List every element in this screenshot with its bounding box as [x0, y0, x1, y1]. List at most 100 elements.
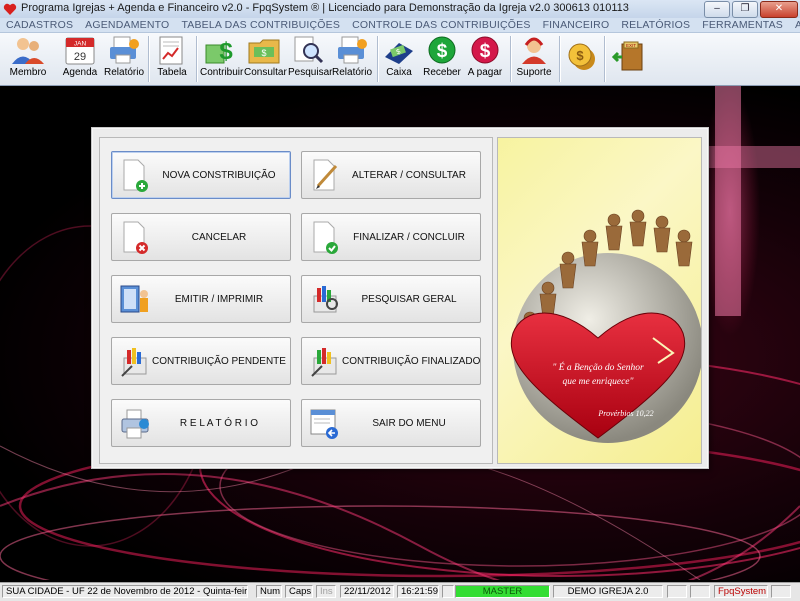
finalizar-concluir-label: FINALIZAR / CONCLUIR [353, 232, 465, 243]
cancelar-label: CANCELAR [191, 232, 247, 243]
pesquisar-geral-button[interactable]: PESQUISAR GERAL [301, 275, 481, 323]
toolbar-receber-label: Receber [423, 67, 461, 78]
menu-financeiro[interactable]: FINANCEIRO [537, 19, 616, 31]
quote-line1: " É a Benção do Senhor [552, 361, 644, 373]
status-brand: FpqSystem [714, 585, 768, 598]
title-bar: Programa Igrejas + Agenda e Financeiro v… [0, 0, 800, 19]
svg-text:$: $ [219, 38, 233, 65]
toolbar-separator [196, 36, 198, 82]
toolbar-tabela-label: Tabela [157, 67, 187, 78]
cancelar-button[interactable]: CANCELAR [111, 213, 291, 261]
toolbar-suporte-button[interactable]: Suporte [514, 35, 554, 83]
toolbar-coins-button[interactable]: $ [564, 35, 600, 83]
quote-reference: Provérbios 10,22 [597, 409, 653, 418]
heart-globe-art: " É a Benção do Senhor que me enriquece"… [510, 209, 701, 443]
printer-report-icon [338, 36, 367, 64]
menu-cadastros[interactable]: CADASTROS [0, 19, 79, 31]
app-icon [3, 3, 17, 15]
menu-ferramentas[interactable]: FERRAMENTAS [696, 19, 789, 31]
user-icon [442, 585, 454, 598]
table-chart-icon [159, 36, 183, 65]
toolbar-agenda-button[interactable]: JAN 29 Agenda [60, 35, 100, 83]
status-organization: DEMO IGREJA 2.0 [553, 585, 663, 598]
toolbar: Membro JAN 29 Agenda Relatório Tabela $ … [0, 33, 800, 86]
status-location-date: SUA CIDADE - UF 22 de Novembro de 2012 -… [2, 585, 248, 598]
nova-contribuicao-label: NOVA CONSTRIBUIÇÃO [162, 170, 276, 181]
print-person-icon [120, 285, 148, 313]
toolbar-consultar-button[interactable]: $ Consultar [244, 35, 287, 83]
sair-do-menu-button[interactable]: SAIR DO MENU [301, 399, 481, 447]
toolbar-relatorio2-label: Relatório [332, 67, 373, 78]
relatorio-button[interactable]: R E L A T Ó R I O [111, 399, 291, 447]
toolbar-consultar-label: Consultar [244, 67, 287, 78]
nova-contribuicao-button[interactable]: NOVA CONSTRIBUIÇÃO [111, 151, 291, 199]
menu-agendamento[interactable]: AGENDAMENTO [79, 19, 175, 31]
alterar-consultar-label: ALTERAR / CONSULTAR [352, 170, 466, 181]
status-user: MASTER [455, 585, 550, 598]
toolbar-membro-label: Membro [9, 67, 47, 78]
toolbar-caixa-button[interactable]: $ Caixa [380, 35, 418, 83]
toolbar-relatorio1-label: Relatório [104, 67, 145, 78]
toolbar-pesquisar-button[interactable]: Pesquisar [288, 35, 332, 83]
maximize-button[interactable]: ❐ [732, 1, 758, 18]
search-tools-icon [313, 286, 338, 313]
printer-status-icon[interactable] [667, 585, 687, 598]
search-document-icon [294, 36, 324, 64]
status-insert: Ins [316, 585, 336, 598]
menu-controle-contribuicoes[interactable]: CONTROLE DAS CONTRIBUIÇÕES [346, 19, 536, 31]
folder-money-icon: $ [248, 39, 280, 64]
toolbar-suporte-label: Suporte [516, 67, 552, 78]
calendar-icon: JAN 29 [65, 37, 95, 65]
contribuicao-finalizado-button[interactable]: CONTRIBUIÇÃO FINALIZADO [301, 337, 481, 385]
toolbar-apagar-button[interactable]: $ A pagar [465, 35, 505, 83]
alterar-consultar-button[interactable]: ALTERAR / CONSULTAR [301, 151, 481, 199]
toolbar-tabela-button[interactable]: Tabela [153, 35, 191, 83]
calculator-status-icon[interactable] [771, 585, 791, 598]
toolbar-separator [559, 36, 561, 82]
toolbar-relatorio1-button[interactable]: Relatório [104, 35, 144, 83]
quote-line2: que me enriquece" [563, 377, 635, 387]
emitir-imprimir-button[interactable]: EMITIR / IMPRIMIR [111, 275, 291, 323]
status-caps-lock: Caps [285, 585, 313, 598]
finalizar-concluir-button[interactable]: FINALIZAR / CONCLUIR [301, 213, 481, 261]
menu-ajuda[interactable]: AJUDA [789, 19, 800, 31]
toolbar-apagar-label: A pagar [467, 67, 503, 78]
check-document-icon [313, 221, 338, 254]
toolbar-separator [510, 36, 512, 82]
cash-book-icon: $ [385, 43, 413, 64]
printer-report-icon [110, 36, 139, 64]
status-date: 22/11/2012 [340, 585, 394, 598]
pending-tools-icon [121, 348, 147, 377]
status-num-lock: Num [256, 585, 282, 598]
keyboard-status-icon[interactable] [690, 585, 710, 598]
close-button[interactable]: ✕ [760, 1, 798, 18]
dollar-money-icon: $ [205, 38, 233, 65]
toolbar-exit-button[interactable]: EXIT [612, 35, 648, 83]
menu-tabela-contribuicoes[interactable]: TABELA DAS CONTRIBUIÇÕES [175, 19, 346, 31]
pesquisar-geral-label: PESQUISAR GERAL [361, 294, 457, 305]
toolbar-contribuir-button[interactable]: $ Contribuir [200, 35, 244, 83]
toolbar-receber-button[interactable]: $ Receber [422, 35, 462, 83]
svg-text:$: $ [261, 48, 266, 58]
toolbar-separator [377, 36, 379, 82]
contribuicao-pendente-button[interactable]: CONTRIBUIÇÃO PENDENTE [111, 337, 291, 385]
toolbar-membro-button[interactable]: Membro [8, 35, 48, 83]
contribuicao-pendente-label: CONTRIBUIÇÃO PENDENTE [152, 356, 286, 367]
calendar-day-text: 29 [74, 51, 86, 63]
minimize-button[interactable]: – [704, 1, 730, 18]
members-icon [12, 38, 44, 64]
svg-text:$: $ [480, 41, 491, 62]
window-title: Programa Igrejas + Agenda e Financeiro v… [21, 2, 629, 14]
exit-sign-text: EXIT [626, 43, 636, 48]
new-document-icon [123, 159, 148, 192]
printer-icon [121, 409, 149, 439]
toolbar-contribuir-label: Contribuir [200, 67, 244, 78]
menu-bar: CADASTROS AGENDAMENTO TABELA DAS CONTRIB… [0, 18, 800, 33]
toolbar-relatorio2-button[interactable]: Relatório [332, 35, 372, 83]
toolbar-separator [148, 36, 150, 82]
cancel-document-icon [123, 221, 148, 254]
menu-relatorios[interactable]: RELATÓRIOS [615, 19, 696, 31]
svg-text:$: $ [437, 41, 448, 62]
exit-window-icon [310, 409, 338, 439]
relatorio-label: R E L A T Ó R I O [179, 418, 259, 429]
